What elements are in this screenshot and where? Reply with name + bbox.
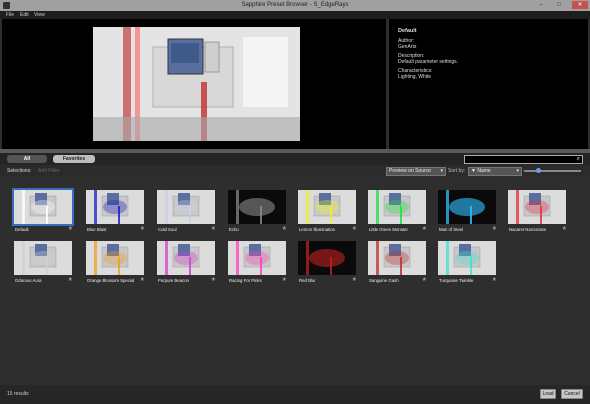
load-button[interactable]: Load bbox=[540, 389, 556, 399]
tab-favorites[interactable]: Favorites bbox=[53, 155, 95, 163]
filter-bar: Selections: Add Filter Preview on Source… bbox=[0, 165, 590, 177]
preset-label: Sanguine Gash bbox=[369, 278, 399, 283]
favorite-star-icon[interactable]: ★ bbox=[492, 225, 497, 232]
favorite-star-icon[interactable]: ★ bbox=[352, 225, 357, 232]
preset-thumbnail[interactable] bbox=[157, 190, 215, 224]
selections-label: Selections: bbox=[7, 168, 32, 174]
sort-dropdown[interactable]: ▼ Name ▾ bbox=[468, 167, 522, 176]
sort-direction-icon: ▼ bbox=[471, 168, 476, 174]
close-button[interactable]: ✕ bbox=[572, 1, 588, 9]
search-input[interactable]: ⌕ bbox=[464, 155, 583, 164]
results-count: 15 results bbox=[7, 391, 29, 397]
favorite-star-icon[interactable]: ★ bbox=[211, 225, 216, 232]
sort-value: Name bbox=[477, 168, 491, 174]
favorite-star-icon[interactable]: ★ bbox=[140, 276, 145, 283]
characteristics-value: Lighting, White bbox=[398, 74, 432, 80]
preset-label: Echo bbox=[229, 227, 239, 232]
menu-edit[interactable]: Edit bbox=[20, 12, 29, 18]
title-bar: Sapphire Preset Browser - S_EdgeRays – □… bbox=[0, 0, 590, 11]
preset-thumbnail[interactable] bbox=[368, 190, 426, 224]
preview-mode-value: Preview on Source bbox=[389, 168, 431, 174]
preset-item[interactable]: Red Blur ★ bbox=[298, 241, 357, 286]
preset-label: Turquoise Twinkle bbox=[439, 278, 474, 283]
preset-item[interactable]: Cold Soul ★ bbox=[157, 190, 216, 235]
preset-label: Orange Blossom Special bbox=[87, 278, 135, 283]
favorite-star-icon[interactable]: ★ bbox=[422, 225, 427, 232]
preset-item[interactable]: Turquoise Twinkle ★ bbox=[438, 241, 497, 286]
preset-label: Racing For Pinks bbox=[229, 278, 262, 283]
favorite-star-icon[interactable]: ★ bbox=[211, 276, 216, 283]
search-icon[interactable]: ⌕ bbox=[577, 156, 580, 163]
favorite-star-icon[interactable]: ★ bbox=[282, 225, 287, 232]
preset-label: Odorous Aura bbox=[15, 278, 42, 283]
preset-label: Default bbox=[15, 227, 29, 232]
preset-item[interactable]: Nacaret Narcissism ★ bbox=[508, 190, 567, 235]
preset-thumbnail[interactable] bbox=[86, 190, 144, 224]
add-filter-input[interactable]: Add Filter bbox=[38, 168, 59, 174]
menu-view[interactable]: View bbox=[34, 12, 45, 18]
preset-item[interactable]: Racing For Pinks ★ bbox=[228, 241, 287, 286]
preset-thumbnail[interactable] bbox=[368, 241, 426, 275]
favorite-star-icon[interactable]: ★ bbox=[68, 225, 73, 232]
author-value: GenArts bbox=[398, 44, 417, 50]
favorite-star-icon[interactable]: ★ bbox=[492, 276, 497, 283]
preset-label: Purpure Beacon bbox=[158, 278, 190, 283]
preset-item[interactable]: Orange Blossom Special ★ bbox=[86, 241, 145, 286]
menu-bar: File Edit View bbox=[0, 11, 590, 19]
chevron-down-icon: ▾ bbox=[440, 168, 443, 174]
preset-thumbnail[interactable] bbox=[228, 190, 286, 224]
maximize-button[interactable]: □ bbox=[552, 1, 566, 9]
bottom-bar: 15 results Load Cancel bbox=[0, 385, 590, 404]
preset-item[interactable]: Blue Blast ★ bbox=[86, 190, 145, 235]
minimize-button[interactable]: – bbox=[534, 1, 548, 9]
preset-thumbnail[interactable] bbox=[298, 241, 356, 275]
sort-label: Sort by: bbox=[448, 168, 466, 174]
preset-info-panel: Default Author: GenArts Description: Def… bbox=[389, 19, 588, 149]
favorite-star-icon[interactable]: ★ bbox=[68, 276, 73, 283]
favorite-star-icon[interactable]: ★ bbox=[140, 225, 145, 232]
preset-thumbnail[interactable] bbox=[14, 241, 72, 275]
preset-grid: Default ★ Blue Blast ★ Cold Soul ★ Echo ★ Lemon … bbox=[0, 177, 590, 385]
preset-label: Red Blur bbox=[299, 278, 316, 283]
preset-label: Nacaret Narcissism bbox=[509, 227, 547, 232]
preset-thumbnail[interactable] bbox=[228, 241, 286, 275]
preset-item[interactable]: Lemon Illumination ★ bbox=[298, 190, 357, 235]
preset-label: Cold Soul bbox=[158, 227, 177, 232]
favorite-star-icon[interactable]: ★ bbox=[562, 225, 567, 232]
preview-panel bbox=[2, 19, 386, 149]
tab-all[interactable]: All bbox=[7, 155, 47, 163]
preset-thumbnail[interactable] bbox=[438, 190, 496, 224]
preset-thumbnail[interactable] bbox=[12, 188, 74, 226]
preset-label: Man of Steel bbox=[439, 227, 464, 232]
preset-item[interactable]: Purpure Beacon ★ bbox=[157, 241, 216, 286]
preset-name: Default bbox=[398, 28, 417, 34]
preset-item[interactable]: Man of Steel ★ bbox=[438, 190, 497, 235]
favorite-star-icon[interactable]: ★ bbox=[282, 276, 287, 283]
preset-item[interactable]: Default ★ bbox=[12, 188, 74, 235]
preset-label: Blue Blast bbox=[87, 227, 107, 232]
preset-thumbnail[interactable] bbox=[438, 241, 496, 275]
preview-image bbox=[93, 27, 300, 141]
description-value: Default parameter settings. bbox=[398, 59, 459, 65]
preset-thumbnail[interactable] bbox=[157, 241, 215, 275]
preset-label: Lemon Illumination bbox=[299, 227, 336, 232]
preset-item[interactable]: Little Green Monster ★ bbox=[368, 190, 427, 235]
preset-item[interactable]: Odorous Aura ★ bbox=[14, 241, 73, 286]
preset-label: Little Green Monster bbox=[369, 227, 408, 232]
preset-thumbnail[interactable] bbox=[86, 241, 144, 275]
cancel-button[interactable]: Cancel bbox=[561, 389, 583, 399]
preset-thumbnail[interactable] bbox=[508, 190, 566, 224]
menu-file[interactable]: File bbox=[6, 12, 14, 18]
window-title: Sapphire Preset Browser - S_EdgeRays bbox=[241, 2, 349, 8]
chevron-down-icon: ▾ bbox=[516, 168, 519, 174]
favorite-star-icon[interactable]: ★ bbox=[422, 276, 427, 283]
preset-item[interactable]: Sanguine Gash ★ bbox=[368, 241, 427, 286]
preview-mode-dropdown[interactable]: Preview on Source ▾ bbox=[386, 167, 446, 176]
thumbnail-size-slider[interactable] bbox=[524, 168, 581, 173]
favorite-star-icon[interactable]: ★ bbox=[352, 276, 357, 283]
preset-item[interactable]: Echo ★ bbox=[228, 190, 287, 235]
preset-thumbnail[interactable] bbox=[298, 190, 356, 224]
